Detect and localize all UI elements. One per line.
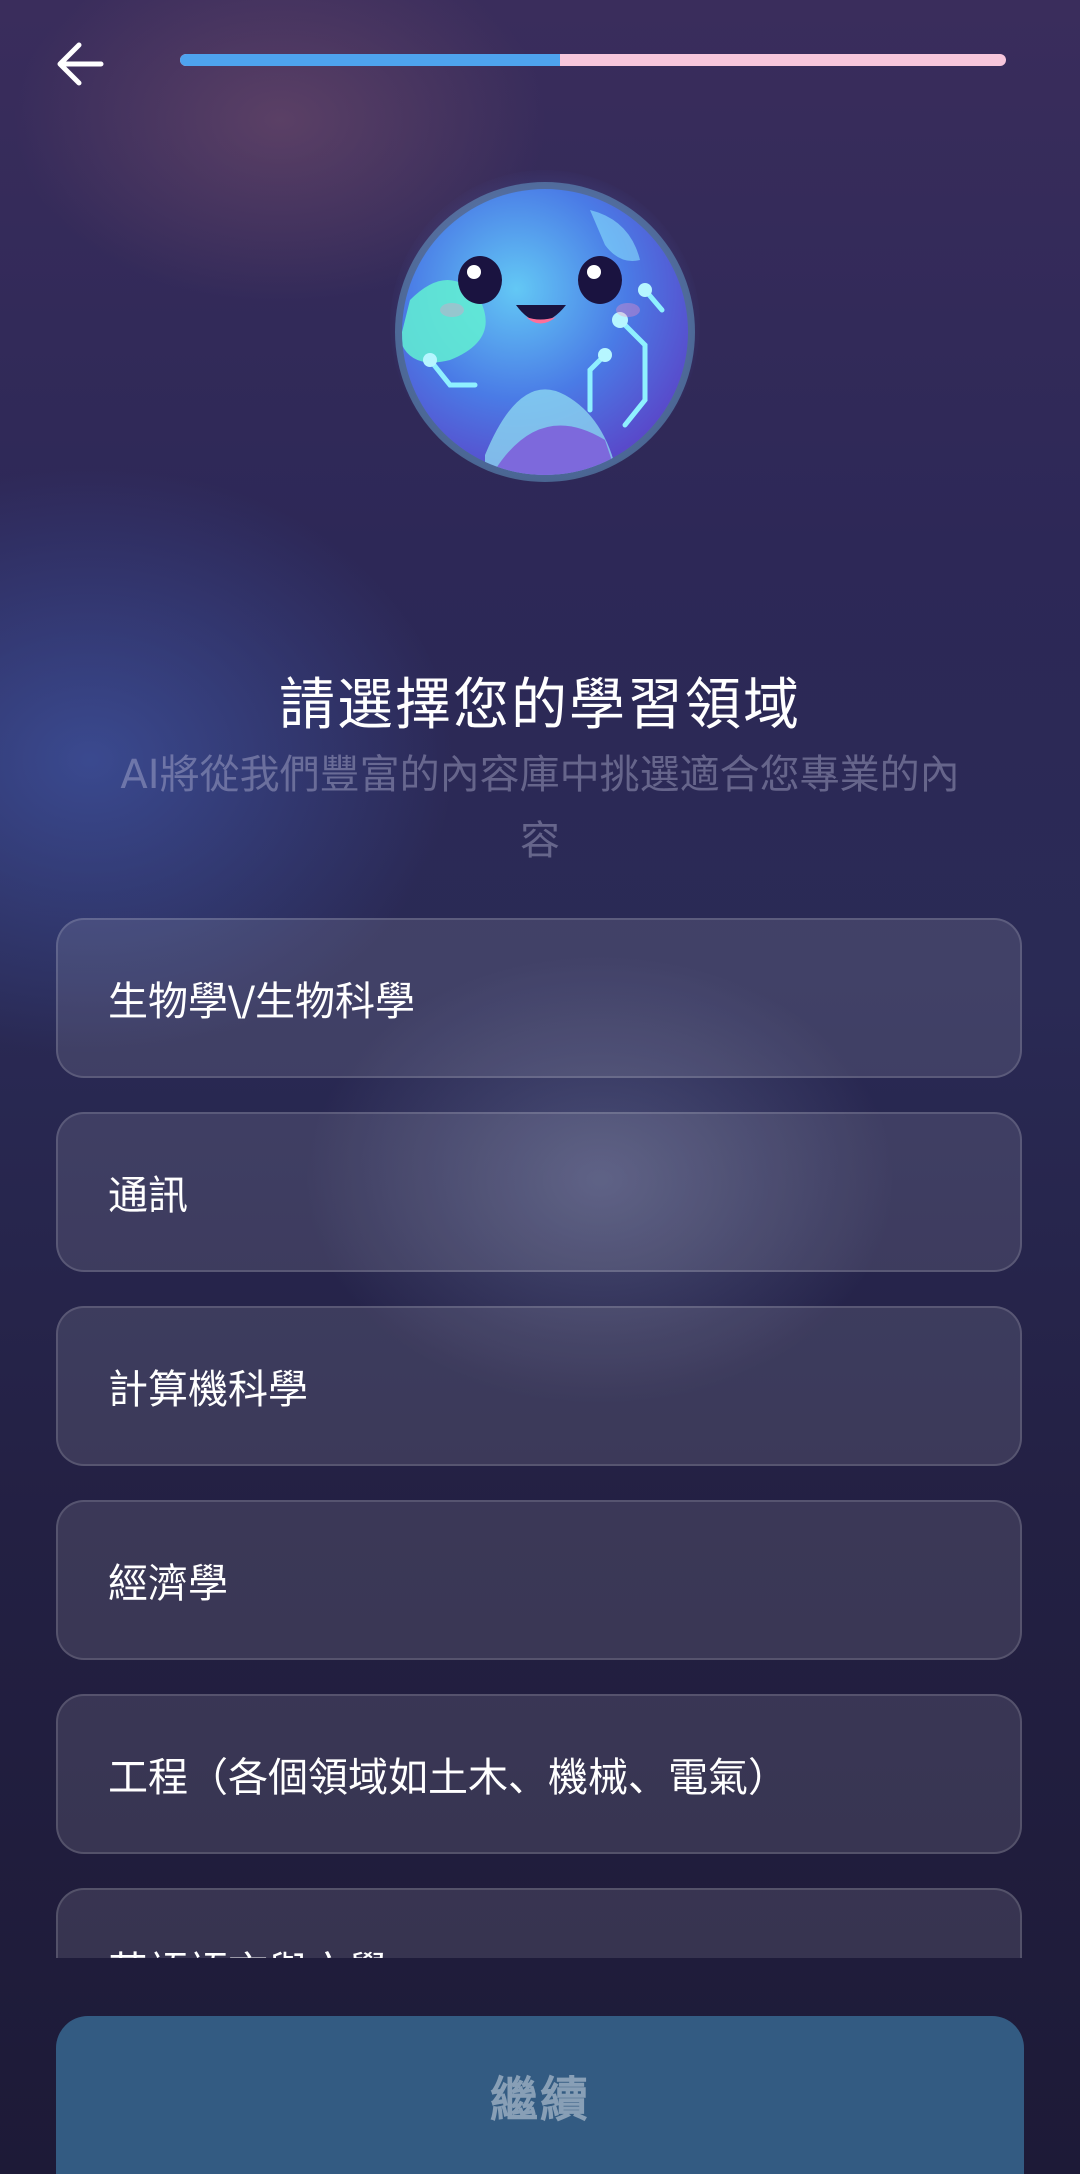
arrow-left-icon	[53, 37, 107, 95]
globe-mascot	[390, 170, 700, 500]
option-english-literature[interactable]: 英語語言與文學	[56, 1888, 1022, 1958]
option-economics[interactable]: 經濟學	[56, 1500, 1022, 1660]
top-bar	[0, 0, 1080, 130]
page-subtitle: AI將從我們豐富的內容庫中挑選適合您專業的內容	[120, 752, 960, 864]
option-communications[interactable]: 通訊	[56, 1112, 1022, 1272]
continue-button[interactable]: 繼續	[56, 2016, 1024, 2174]
option-computer-science[interactable]: 計算機科學	[56, 1306, 1022, 1466]
option-engineering[interactable]: 工程（各個領域如土木、機械、電氣）	[56, 1694, 1022, 1854]
page-title: 請選擇您的學習領域	[279, 673, 801, 738]
progress-fill	[180, 54, 560, 66]
option-biology[interactable]: 生物學\/生物科學	[56, 918, 1022, 1078]
progress-bar	[180, 54, 1006, 66]
back-button[interactable]	[40, 26, 120, 106]
field-options-list[interactable]: 生物學\/生物科學 通訊 計算機科學 經濟學 工程（各個領域如土木、機械、電氣）…	[56, 918, 1024, 1958]
